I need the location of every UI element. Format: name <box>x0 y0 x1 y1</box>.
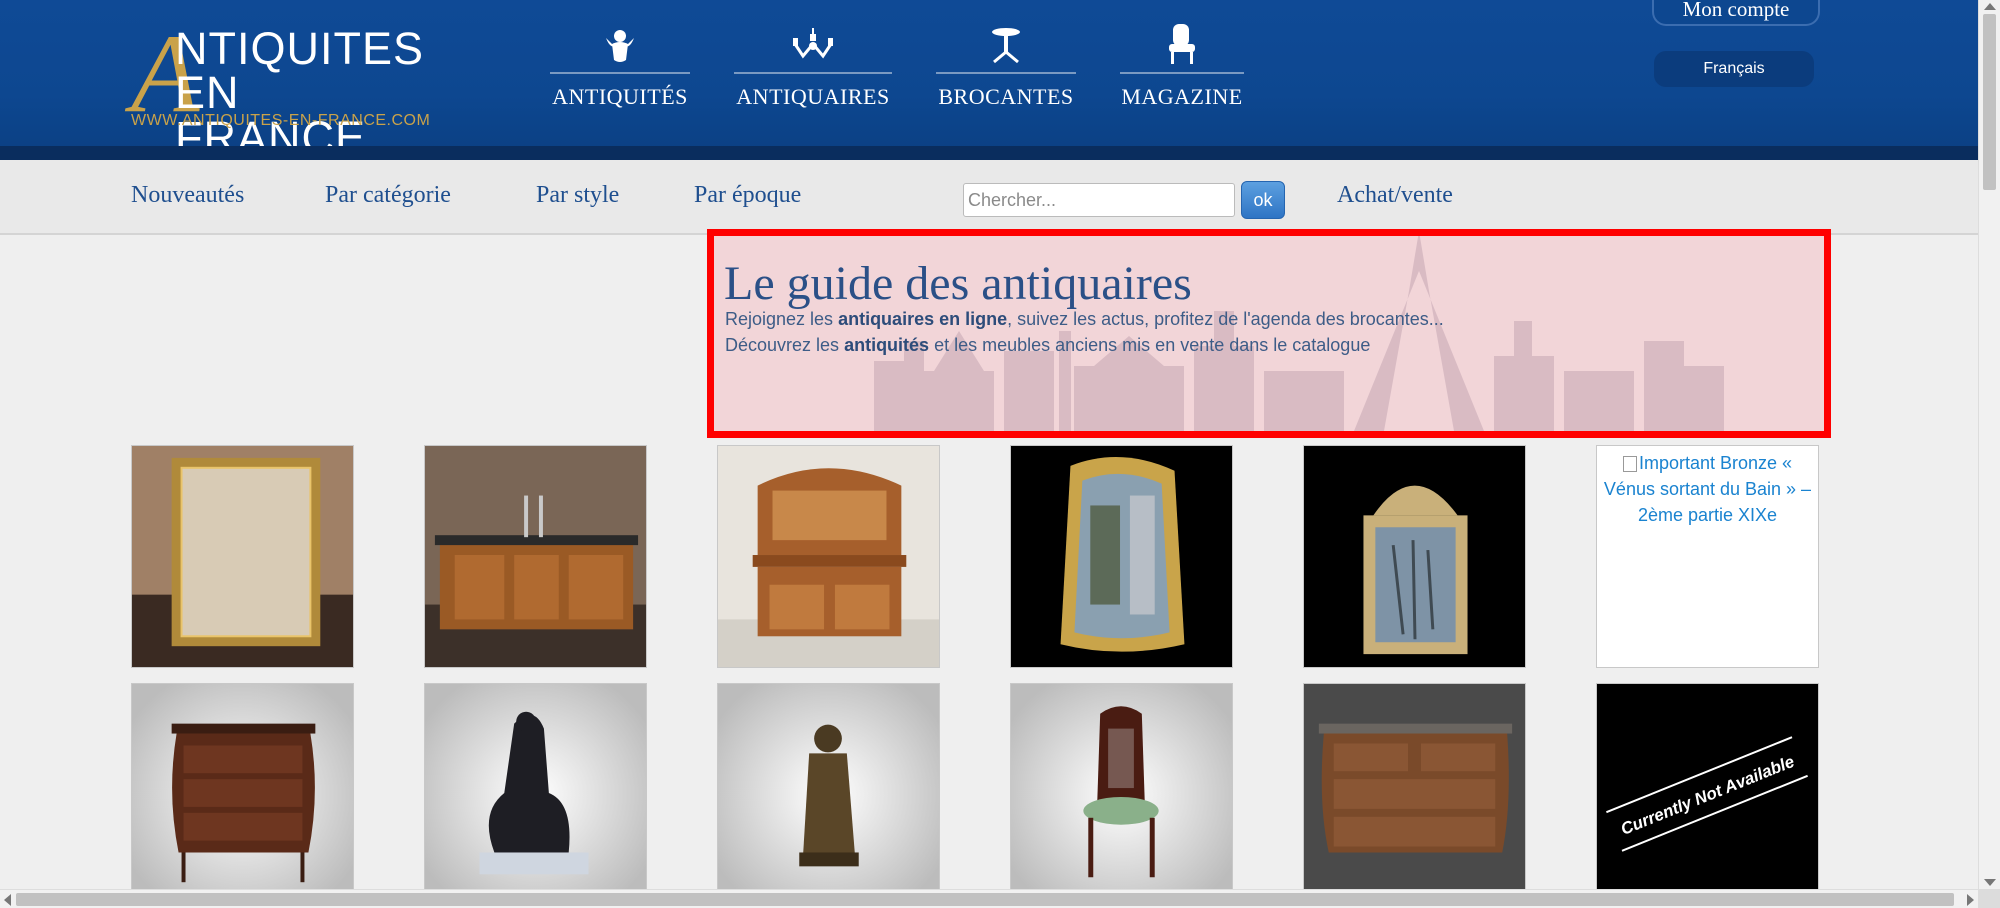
link-antiquaires-en-ligne[interactable]: antiquaires en ligne <box>838 309 1007 329</box>
link-antiquites[interactable]: antiquités <box>844 335 929 355</box>
logo-url: WWW.ANTIQUITES-EN-FRANCE.COM <box>131 112 431 129</box>
header-band <box>0 146 1978 160</box>
search-input[interactable] <box>963 183 1235 217</box>
hero-banner: Le guide des antiquaires Rejoignez les a… <box>707 229 1831 438</box>
site-header: A NTIQUITES EN FRANCE WWW.ANTIQUITES-EN-… <box>0 0 1978 160</box>
hero-line-1: Rejoignez les antiquaires en ligne, suiv… <box>725 309 1444 329</box>
subnav-par-epoque[interactable]: Par époque <box>694 182 801 209</box>
product-tile[interactable] <box>1303 445 1526 668</box>
carved-chair-image <box>1011 684 1232 905</box>
horizontal-scrollbar[interactable] <box>0 889 1978 908</box>
vertical-scrollbar[interactable] <box>1978 0 2000 889</box>
louis-xvi-mirror-image <box>1304 446 1525 667</box>
nav-brocantes[interactable]: BROCANTES <box>936 24 1076 110</box>
product-tile[interactable] <box>717 445 940 668</box>
bronze-statuette-image <box>718 684 939 905</box>
nav-antiquaires[interactable]: ANTIQUAIRES <box>734 24 892 110</box>
nav-magazine[interactable]: MAGAZINE <box>1120 24 1244 110</box>
carved-mirror-black-image <box>1011 446 1232 667</box>
product-tile[interactable] <box>424 445 647 668</box>
subnav-nouveautes[interactable]: Nouveautés <box>131 182 244 209</box>
subnav-achat-vente[interactable]: Achat/vente <box>1337 182 1453 209</box>
logo-line-1: NTIQUITES <box>175 23 425 74</box>
hero-title: Le guide des antiquaires <box>724 257 1192 310</box>
broken-image-icon <box>1622 456 1637 473</box>
my-account-button[interactable]: Mon compte <box>1652 0 1820 26</box>
main-nav: ANTIQUITÉS ANTIQUAIRES BROCANTES MAGAZIN… <box>550 24 1288 110</box>
armchair-icon <box>1120 24 1244 66</box>
not-available-image: Currently Not Available <box>1597 684 1818 905</box>
scroll-down-arrow-icon[interactable] <box>1984 879 1996 886</box>
scroll-left-arrow-icon[interactable] <box>4 894 11 906</box>
bronze-group-sculpture-image <box>425 684 646 905</box>
scrollbar-corner <box>1978 889 2000 908</box>
nav-antiquaires-label: ANTIQUAIRES <box>736 84 890 109</box>
nav-antiquites-label: ANTIQUITÉS <box>552 84 688 109</box>
product-tile[interactable] <box>131 445 354 668</box>
product-tile-not-available[interactable]: Currently Not Available <box>1596 683 1819 906</box>
nav-antiquites[interactable]: ANTIQUITÉS <box>550 24 690 110</box>
broken-image-alt-text[interactable]: Important Bronze « Vénus sortant du Bain… <box>1603 450 1812 528</box>
louis-xv-commode-image <box>132 684 353 905</box>
search-button[interactable]: ok <box>1241 181 1285 219</box>
product-tile-broken-image[interactable]: Important Bronze « Vénus sortant du Bain… <box>1596 445 1819 668</box>
marble-top-commode-image <box>1304 684 1525 905</box>
nav-magazine-label: MAGAZINE <box>1121 84 1243 109</box>
chandelier-icon <box>734 24 892 66</box>
product-tile[interactable] <box>424 683 647 906</box>
nav-brocantes-label: BROCANTES <box>938 84 1074 109</box>
gilded-mirror-image <box>132 446 353 667</box>
vertical-scroll-thumb[interactable] <box>1983 14 1996 190</box>
product-tile[interactable] <box>1010 445 1233 668</box>
hero-line-2: Découvrez les antiquités et les meubles … <box>725 335 1371 355</box>
sub-nav: Nouveautés Par catégorie Par style Par é… <box>0 160 1978 235</box>
subnav-par-style[interactable]: Par style <box>536 182 619 209</box>
horizontal-scroll-thumb[interactable] <box>16 893 1954 906</box>
scroll-up-arrow-icon[interactable] <box>1984 3 1996 10</box>
cherub-icon <box>550 24 690 66</box>
wooden-sink-cabinet-image <box>425 446 646 667</box>
site-logo[interactable]: A NTIQUITES EN FRANCE WWW.ANTIQUITES-EN-… <box>131 18 441 160</box>
scroll-right-arrow-icon[interactable] <box>1967 894 1974 906</box>
language-selector[interactable]: Français <box>1654 51 1814 87</box>
product-tile[interactable] <box>717 683 940 906</box>
product-tile[interactable] <box>131 683 354 906</box>
art-nouveau-buffet-image <box>718 446 939 667</box>
product-tile[interactable] <box>1010 683 1233 906</box>
pedestal-table-icon <box>936 24 1076 66</box>
subnav-par-categorie[interactable]: Par catégorie <box>325 182 451 209</box>
product-tile[interactable] <box>1303 683 1526 906</box>
